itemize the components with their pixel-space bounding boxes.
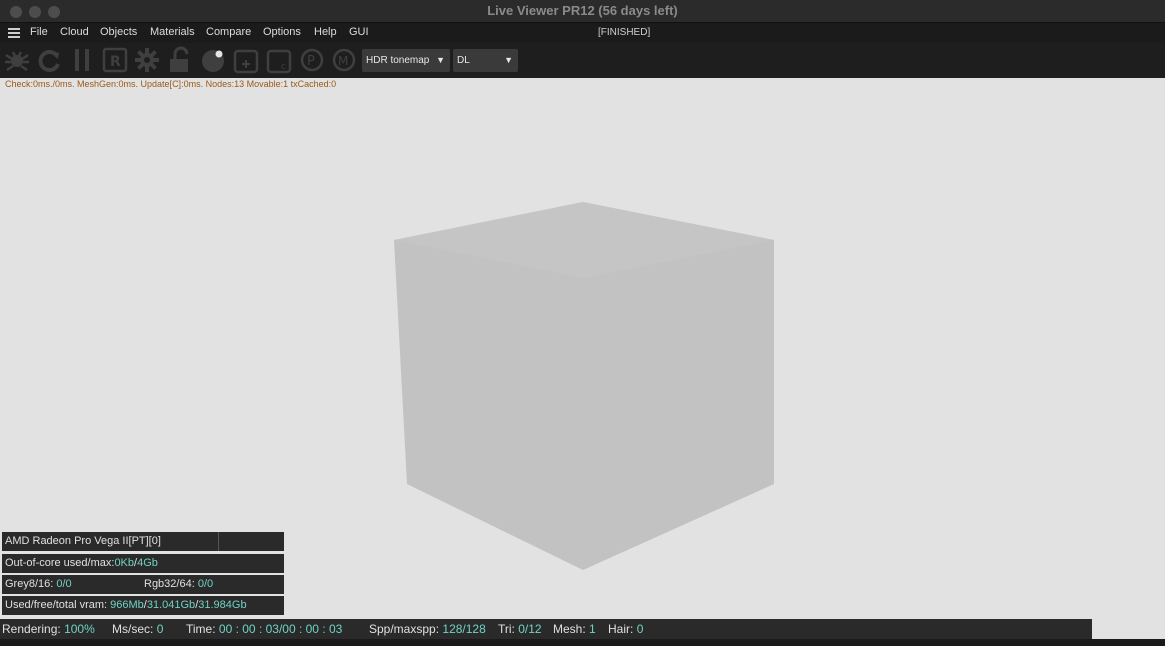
spp-value: 128/128 xyxy=(442,622,486,636)
tonemap-select[interactable]: HDR tonemap ▼ xyxy=(362,49,450,72)
copyright-icon[interactable]: P xyxy=(298,46,326,74)
ooc-label: Out-of-core used/max: xyxy=(5,557,115,569)
rgb-label: Rgb32/64: xyxy=(144,578,195,590)
title-bar: Live Viewer PR12 (56 days left) xyxy=(0,0,1165,23)
render-status: [FINISHED] xyxy=(598,27,651,38)
rendered-cube xyxy=(394,202,774,570)
refresh-icon[interactable] xyxy=(35,46,63,74)
svg-text:c: c xyxy=(281,62,286,72)
gear-icon[interactable] xyxy=(133,46,161,74)
ms-value: 0 xyxy=(156,622,164,636)
grey-label: Grey8/16: xyxy=(5,578,54,590)
status-bar: Rendering: 100% Ms/sec: 0 Time: 00 : 00 … xyxy=(0,619,1092,639)
svg-text:M: M xyxy=(338,54,348,68)
menu-file[interactable]: File xyxy=(30,26,48,38)
mode-select[interactable]: DL ▼ xyxy=(453,49,518,72)
vram-row: Used/free/total vram: 966Mb/31.041Gb/31.… xyxy=(2,596,284,615)
ms-label: Ms/sec: xyxy=(112,622,154,636)
chevron-down-icon: ▼ xyxy=(436,55,445,65)
menu-options[interactable]: Options xyxy=(263,26,301,38)
unlock-icon[interactable] xyxy=(166,46,194,74)
time-value: 00 : 00 : 03/00 : 00 : 03 xyxy=(218,622,343,636)
mesh-label: Mesh: xyxy=(553,622,586,636)
menu-cloud[interactable]: Cloud xyxy=(60,26,89,38)
rendering-value: 100% xyxy=(64,622,95,636)
tri-label: Tri: xyxy=(498,622,515,636)
bottom-edge xyxy=(0,639,1165,646)
window-title: Live Viewer PR12 (56 days left) xyxy=(487,3,678,18)
gpu-name: AMD Radeon Pro Vega II[PT][0] xyxy=(5,535,161,547)
hamburger-menu-icon[interactable] xyxy=(8,28,20,38)
add-object-icon[interactable] xyxy=(232,46,260,74)
svg-text:P: P xyxy=(307,54,315,69)
menu-compare[interactable]: Compare xyxy=(206,26,251,38)
hair-label: Hair: xyxy=(608,622,634,636)
out-of-core-row: Out-of-core used/max:0Kb/4Gb xyxy=(2,554,284,573)
rgb-value: 0/0 xyxy=(197,578,214,590)
mesh-value: 1 xyxy=(589,622,596,636)
vram-label: Used/free/total vram: xyxy=(5,599,108,611)
ooc-max: 4Gb xyxy=(137,557,158,569)
svg-text:R: R xyxy=(110,54,121,70)
tri-value: 0/12 xyxy=(518,622,542,636)
debug-stats: Check:0ms./0ms. MeshGen:0ms. Update[C]:0… xyxy=(5,79,337,89)
m-icon[interactable]: M xyxy=(330,46,358,74)
menu-objects[interactable]: Objects xyxy=(100,26,137,38)
sphere-icon[interactable] xyxy=(199,46,227,74)
bug-icon[interactable] xyxy=(3,46,31,74)
hair-value: 0 xyxy=(636,622,644,636)
gpu-info-row: AMD Radeon Pro Vega II[PT][0] xyxy=(2,532,284,551)
menu-gui[interactable]: GUI xyxy=(349,26,369,38)
r-icon[interactable]: R xyxy=(101,46,129,74)
add-camera-icon[interactable]: c xyxy=(265,46,293,74)
mode-select-value: DL xyxy=(457,55,470,66)
tonemap-select-value: HDR tonemap xyxy=(366,55,430,66)
chevron-down-icon: ▼ xyxy=(504,55,513,65)
texture-counts-row: Grey8/16: 0/0 Rgb32/64: 0/0 xyxy=(2,575,284,594)
vram-total: 31.984Gb xyxy=(198,599,247,611)
rendering-label: Rendering: xyxy=(2,622,61,636)
toolbar: R c P M HDR tonemap ▼ DL ▼ xyxy=(0,43,1165,78)
ooc-used: 0Kb xyxy=(114,557,135,569)
vram-free: 31.041Gb xyxy=(146,599,196,611)
menu-help[interactable]: Help xyxy=(314,26,337,38)
grey-value: 0/0 xyxy=(56,578,72,590)
vram-used: 966Mb xyxy=(110,599,144,611)
menu-bar: File Cloud Objects Materials Compare Opt… xyxy=(0,23,1165,43)
time-label: Time: xyxy=(186,622,216,636)
spp-label: Spp/maxspp: xyxy=(369,622,440,636)
menu-materials[interactable]: Materials xyxy=(150,26,195,38)
pause-icon[interactable] xyxy=(68,46,96,74)
